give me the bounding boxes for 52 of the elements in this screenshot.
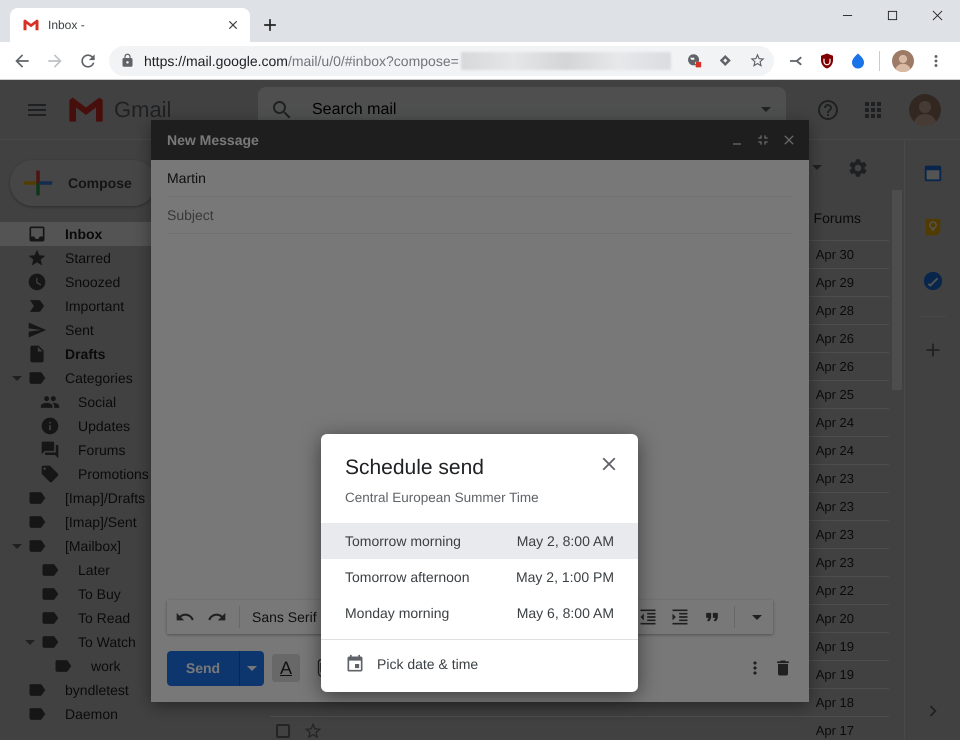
send-button[interactable]: Send — [167, 650, 239, 686]
forum-icon — [40, 440, 60, 460]
caret-icon[interactable] — [752, 614, 762, 620]
address-bar[interactable]: https://mail.google.com/mail/u/0/#inbox?compose= — [109, 46, 774, 76]
formatting-button[interactable]: A — [272, 654, 300, 682]
sidebar-item[interactable]: [Imap]/Sent — [0, 510, 256, 534]
sidebar-item[interactable]: [Imap]/Drafts — [0, 486, 256, 510]
close-icon[interactable] — [226, 18, 240, 32]
sidebar-item[interactable]: Promotions — [0, 462, 256, 486]
pick-date-item[interactable]: Pick date & time — [321, 640, 638, 688]
send-icon — [27, 320, 47, 340]
url-path: /mail/u/0/#inbox?compose= — [288, 52, 459, 68]
url-host: https://mail.google.com — [144, 52, 288, 68]
tag-icon — [40, 464, 60, 484]
timezone-label: Central European Summer Time — [344, 489, 540, 505]
dialog-title: Schedule send — [345, 456, 484, 480]
checkbox[interactable] — [276, 724, 290, 738]
option-label: Monday morning — [345, 605, 450, 621]
option-label: Tomorrow morning — [345, 533, 461, 549]
browser-tab[interactable]: Inbox - — [10, 8, 250, 42]
maximize-icon[interactable] — [887, 10, 898, 20]
option-time: May 6, 8:00 AM — [516, 605, 614, 621]
avatar[interactable] — [892, 50, 914, 72]
schedule-option[interactable]: Tomorrow morning May 2, 8:00 AM — [321, 523, 638, 559]
schedule-option[interactable]: Monday morning May 6, 8:00 AM — [321, 595, 638, 631]
info-icon — [40, 416, 60, 436]
calendar-icon — [345, 654, 365, 674]
star-icon[interactable] — [303, 720, 323, 740]
lock-icon — [120, 53, 135, 68]
search-input[interactable]: Search mail — [310, 100, 761, 120]
close-icon[interactable] — [932, 10, 943, 20]
category-tab[interactable]: Forums — [814, 210, 861, 226]
send-options-button[interactable] — [239, 650, 264, 686]
option-time: May 2, 8:00 AM — [516, 533, 614, 549]
indent-more-icon[interactable] — [670, 607, 690, 627]
schedule-option[interactable]: Tomorrow afternoon May 2, 1:00 PM — [321, 559, 638, 595]
indent-less-icon[interactable] — [638, 607, 658, 627]
compose-title: New Message — [167, 132, 260, 148]
option-time: May 2, 1:00 PM — [516, 569, 614, 585]
star-icon — [27, 248, 47, 268]
sidebar-item[interactable]: Categories — [0, 366, 256, 390]
caret-icon[interactable] — [761, 107, 771, 112]
inbox-icon — [27, 224, 47, 244]
globe-icon[interactable] — [686, 52, 702, 69]
font-selector[interactable]: Sans Serif — [252, 609, 317, 625]
caret-icon — [247, 666, 257, 670]
drop-icon[interactable] — [849, 52, 867, 70]
shield-icon[interactable] — [818, 52, 836, 70]
clock-icon — [27, 272, 47, 292]
tasks-icon[interactable] — [922, 270, 944, 292]
option-label: Tomorrow afternoon — [345, 569, 470, 585]
bookmark-star-icon[interactable] — [749, 52, 766, 69]
